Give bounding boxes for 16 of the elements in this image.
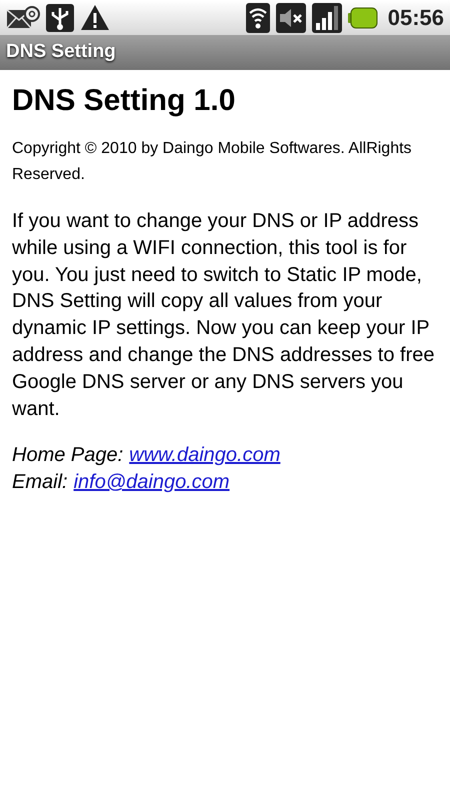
mail-icon <box>6 4 40 30</box>
page-heading: DNS Setting 1.0 <box>12 83 236 119</box>
copyright-text: Copyright © 2010 by Daingo Mobile Softwares. AllRights Reserved. <box>12 139 413 185</box>
usb-icon <box>46 4 74 32</box>
contact-link[interactable]: www.daingo.com <box>129 442 280 470</box>
muted-speaker-icon <box>276 2 306 32</box>
contact-label: Email: <box>12 470 68 496</box>
wifi-icon <box>246 2 270 32</box>
contact-label: Home Page: <box>12 443 124 468</box>
battery-icon <box>348 6 378 28</box>
contact-link[interactable]: info@daingo.com <box>74 469 230 496</box>
description-text: If you want to change your DNS or IP address while using a WIFI connection, this tool is for you. You just need to switch to Static IP mode, DNS Setting will copy all values from your dynamic IP settings. Now you can keep your IP address and change the DNS addresses to free Google DNS server or any DNS servers you want. <box>12 209 436 422</box>
signal-icon <box>312 2 342 32</box>
app-title: DNS Setting <box>6 40 116 64</box>
clock-time: 05:56 <box>388 4 444 32</box>
warning-icon <box>80 4 110 31</box>
